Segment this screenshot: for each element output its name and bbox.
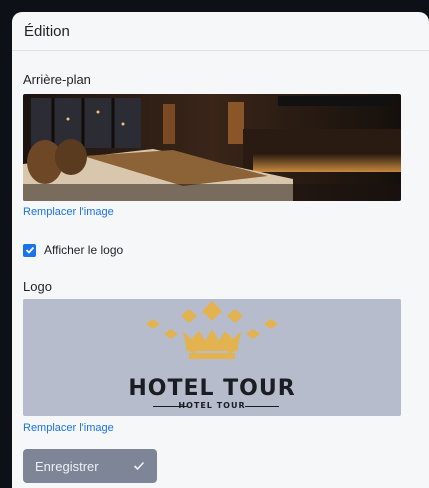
logo-divider-right	[245, 406, 279, 407]
save-button-label: Enregistrer	[35, 458, 99, 474]
show-logo-label: Afficher le logo	[44, 243, 124, 257]
logo-label: Logo	[23, 279, 52, 294]
panel-header: Édition	[12, 12, 429, 51]
hotel-room-image	[23, 94, 401, 201]
background-label: Arrière-plan	[23, 72, 91, 87]
panel-title: Édition	[24, 22, 70, 40]
replace-logo-link[interactable]: Remplacer l'image	[23, 422, 114, 434]
show-logo-checkbox[interactable]	[23, 243, 36, 257]
replace-background-link[interactable]: Remplacer l'image	[23, 206, 114, 218]
logo-brand-tagline: HOTEL TOUR	[178, 401, 246, 410]
edit-panel: Édition Arrière-plan Remplacer l'image A…	[12, 12, 429, 488]
background-image-preview	[23, 94, 401, 201]
check-icon	[133, 461, 145, 471]
show-logo-row[interactable]: Afficher le logo	[23, 243, 123, 257]
save-button[interactable]: Enregistrer	[23, 449, 157, 483]
logo-image-preview: HOTEL TOUR HOTEL TOUR	[23, 299, 401, 416]
check-icon	[25, 246, 34, 254]
logo-brand-name: HOTEL TOUR	[128, 376, 296, 401]
